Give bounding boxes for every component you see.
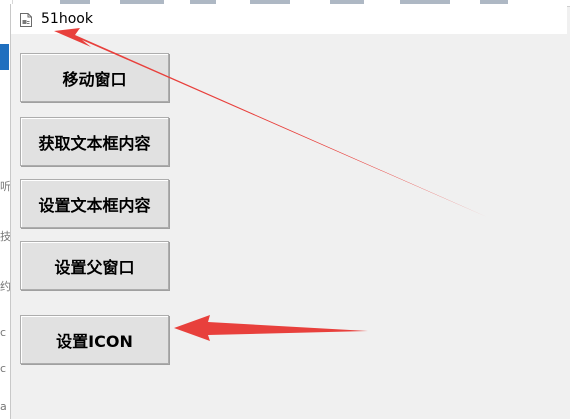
window-title: 51hook bbox=[41, 11, 93, 27]
screenshot: 听 技 约 c c a 51hook 移动窗口 获取文本框内容 设置文本框内容 … bbox=[0, 0, 570, 419]
set-parent-window-button[interactable]: 设置父窗口 bbox=[20, 241, 169, 290]
background-text: c bbox=[0, 362, 7, 375]
background-accent bbox=[0, 44, 9, 70]
get-textbox-content-button[interactable]: 获取文本框内容 bbox=[20, 117, 169, 166]
background-text: 约 bbox=[0, 280, 10, 293]
set-textbox-content-button[interactable]: 设置文本框内容 bbox=[20, 179, 169, 228]
background-text: c bbox=[0, 326, 7, 339]
dialog-window: 51hook 移动窗口 获取文本框内容 设置文本框内容 设置父窗口 设置ICON bbox=[10, 4, 567, 419]
title-bar[interactable]: 51hook bbox=[11, 4, 567, 34]
document-icon bbox=[20, 12, 32, 27]
set-icon-button[interactable]: 设置ICON bbox=[20, 315, 169, 364]
background-text: a bbox=[0, 400, 7, 413]
move-window-button[interactable]: 移动窗口 bbox=[20, 53, 169, 102]
background-text: 听 bbox=[0, 180, 10, 193]
background-text: 技 bbox=[0, 230, 10, 243]
